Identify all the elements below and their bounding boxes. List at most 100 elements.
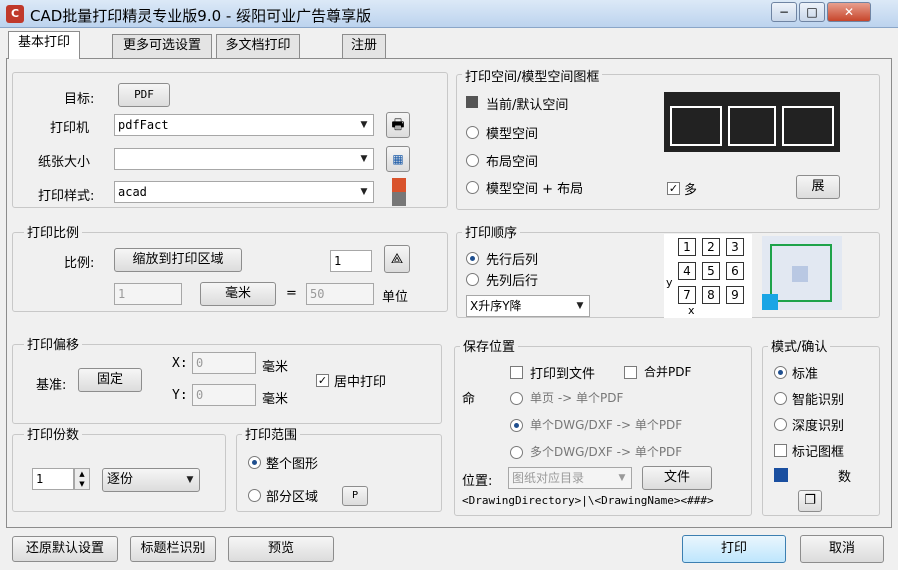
count-label: 数 (838, 470, 852, 485)
scale-group-title: 打印比例 (24, 222, 83, 241)
offset-group-title: 打印偏移 (24, 334, 83, 353)
order-option-column[interactable]: 先列后行 (486, 270, 538, 289)
print-button[interactable]: 打印 (682, 535, 786, 563)
model-space-radio[interactable] (466, 126, 479, 139)
fit-to-area-button[interactable]: 缩放到打印区域 (114, 248, 242, 272)
offset-y-input[interactable]: 0 (192, 384, 256, 406)
tab-basic-print[interactable]: 基本打印 (8, 31, 80, 59)
grid-cell[interactable]: 3 (726, 238, 744, 256)
grid-cell[interactable]: 6 (726, 262, 744, 280)
axis-x-label: x (688, 304, 695, 317)
mode-option-deep[interactable]: 深度识别 (792, 415, 844, 434)
layout-space-radio[interactable] (466, 154, 479, 167)
print-to-file-label: 打印到文件 (530, 367, 596, 382)
save-group-title: 保存位置 (460, 336, 519, 355)
save-option-single-page[interactable]: 单页 -> 单个PDF (530, 389, 623, 406)
minimize-button[interactable]: − (771, 2, 797, 22)
position-corner-marker[interactable] (762, 294, 778, 310)
app-icon: C (6, 5, 24, 23)
frame-preview-box (728, 106, 776, 146)
grid-cell[interactable]: 8 (702, 286, 720, 304)
range-option-partial[interactable]: 部分区域 (266, 486, 318, 505)
grid-cell[interactable]: 1 (678, 238, 696, 256)
paper-label: 纸张大小 (38, 155, 91, 170)
range-option-whole[interactable]: 整个图形 (266, 453, 318, 472)
offset-x-unit: 毫米 (262, 360, 289, 375)
order-option-row[interactable]: 先行后列 (486, 249, 538, 268)
close-button[interactable]: ✕ (827, 2, 871, 22)
scale-pick-icon[interactable]: ⟁ (384, 245, 410, 273)
partial-area-radio[interactable] (248, 489, 261, 502)
center-print-checkbox[interactable]: ✓ (316, 374, 329, 387)
offset-x-input[interactable]: 0 (192, 352, 256, 374)
grid-cell[interactable]: 7 (678, 286, 696, 304)
style-edit-icon[interactable] (392, 178, 406, 206)
merge-pdf-checkbox[interactable] (624, 366, 637, 379)
print-to-file-checkbox[interactable] (510, 366, 523, 379)
expand-button[interactable]: 展 (796, 175, 840, 199)
deep-detect-radio[interactable] (774, 418, 787, 431)
merge-pdf-label: 合并PDF (644, 365, 692, 379)
printer-label: 打印机 (50, 121, 90, 136)
chevron-down-icon: ▼ (618, 473, 626, 483)
grid-cell[interactable]: 2 (702, 238, 720, 256)
row-first-radio[interactable] (466, 252, 479, 265)
file-button[interactable]: 文件 (642, 466, 712, 490)
restore-defaults-button[interactable]: 还原默认设置 (12, 536, 118, 562)
style-select[interactable]: acad (114, 181, 374, 203)
tab-multi-doc[interactable]: 多文档打印 (216, 34, 300, 58)
copy-icon[interactable]: ❐ (798, 490, 822, 512)
column-first-radio[interactable] (466, 273, 479, 286)
scale-ratio-input[interactable]: 1 (330, 250, 372, 272)
preview-button[interactable]: 预览 (228, 536, 334, 562)
save-option-multi-dwg[interactable]: 多个DWG/DXF -> 单个PDF (530, 443, 682, 460)
base-select[interactable]: 固定 (78, 368, 142, 392)
current-space-icon (466, 96, 478, 108)
window-title: CAD批量打印精灵专业版9.0 - 绥阳可业广告尊享版 (30, 7, 372, 25)
space-option-model[interactable]: 模型空间 (486, 123, 538, 142)
single-page-radio[interactable] (510, 392, 523, 405)
copies-input[interactable]: 1 (32, 468, 74, 490)
whole-drawing-radio[interactable] (248, 456, 261, 469)
target-value[interactable]: PDF (118, 83, 170, 107)
title-block-detect-button[interactable]: 标题栏识别 (130, 536, 216, 562)
scale-right-input[interactable]: 50 (306, 283, 374, 305)
single-dwg-radio[interactable] (510, 419, 523, 432)
pick-area-button[interactable]: P (342, 486, 368, 506)
smart-detect-radio[interactable] (774, 392, 787, 405)
base-label: 基准: (36, 378, 67, 393)
standard-mode-radio[interactable] (774, 366, 787, 379)
printer-select[interactable]: pdfFact (114, 114, 374, 136)
multi-checkbox[interactable]: ✓ (667, 182, 680, 195)
mode-option-smart[interactable]: 智能识别 (792, 389, 844, 408)
mode-option-standard[interactable]: 标准 (792, 363, 818, 382)
cancel-button[interactable]: 取消 (800, 535, 884, 563)
printer-properties-icon[interactable]: 🖶 (386, 112, 410, 138)
chevron-down-icon: ▼ (186, 475, 194, 485)
equals-sign: = (286, 286, 297, 301)
grid-cell[interactable]: 5 (702, 262, 720, 280)
position-center-marker[interactable] (792, 266, 808, 282)
unit-label: 单位 (382, 290, 409, 305)
space-option-model-layout[interactable]: 模型空间 + 布局 (486, 178, 583, 197)
copies-group-title: 打印份数 (24, 424, 83, 443)
frame-preview-box (782, 106, 834, 146)
save-option-single-dwg[interactable]: 单个DWG/DXF -> 单个PDF (530, 416, 682, 433)
scale-label: 比例: (64, 256, 95, 271)
multi-dwg-radio[interactable] (510, 446, 523, 459)
space-option-current[interactable]: 当前/默认空间 (486, 94, 568, 113)
space-option-layout[interactable]: 布局空间 (486, 151, 538, 170)
grid-cell[interactable]: 4 (678, 262, 696, 280)
paper-chart-icon[interactable]: ▦ (386, 146, 410, 172)
mark-frame-checkbox[interactable] (774, 444, 787, 457)
paper-select[interactable] (114, 148, 374, 170)
maximize-button[interactable]: □ (799, 2, 825, 22)
count-color-icon[interactable] (774, 468, 788, 482)
scale-left-input[interactable]: 1 (114, 283, 182, 305)
copies-stepper[interactable]: ▲ ▼ (74, 468, 90, 490)
grid-cell[interactable]: 9 (726, 286, 744, 304)
tab-more-settings[interactable]: 更多可选设置 (112, 34, 212, 58)
tab-register[interactable]: 注册 (342, 34, 386, 58)
model-layout-radio[interactable] (466, 181, 479, 194)
unit-button[interactable]: 毫米 (200, 282, 276, 306)
